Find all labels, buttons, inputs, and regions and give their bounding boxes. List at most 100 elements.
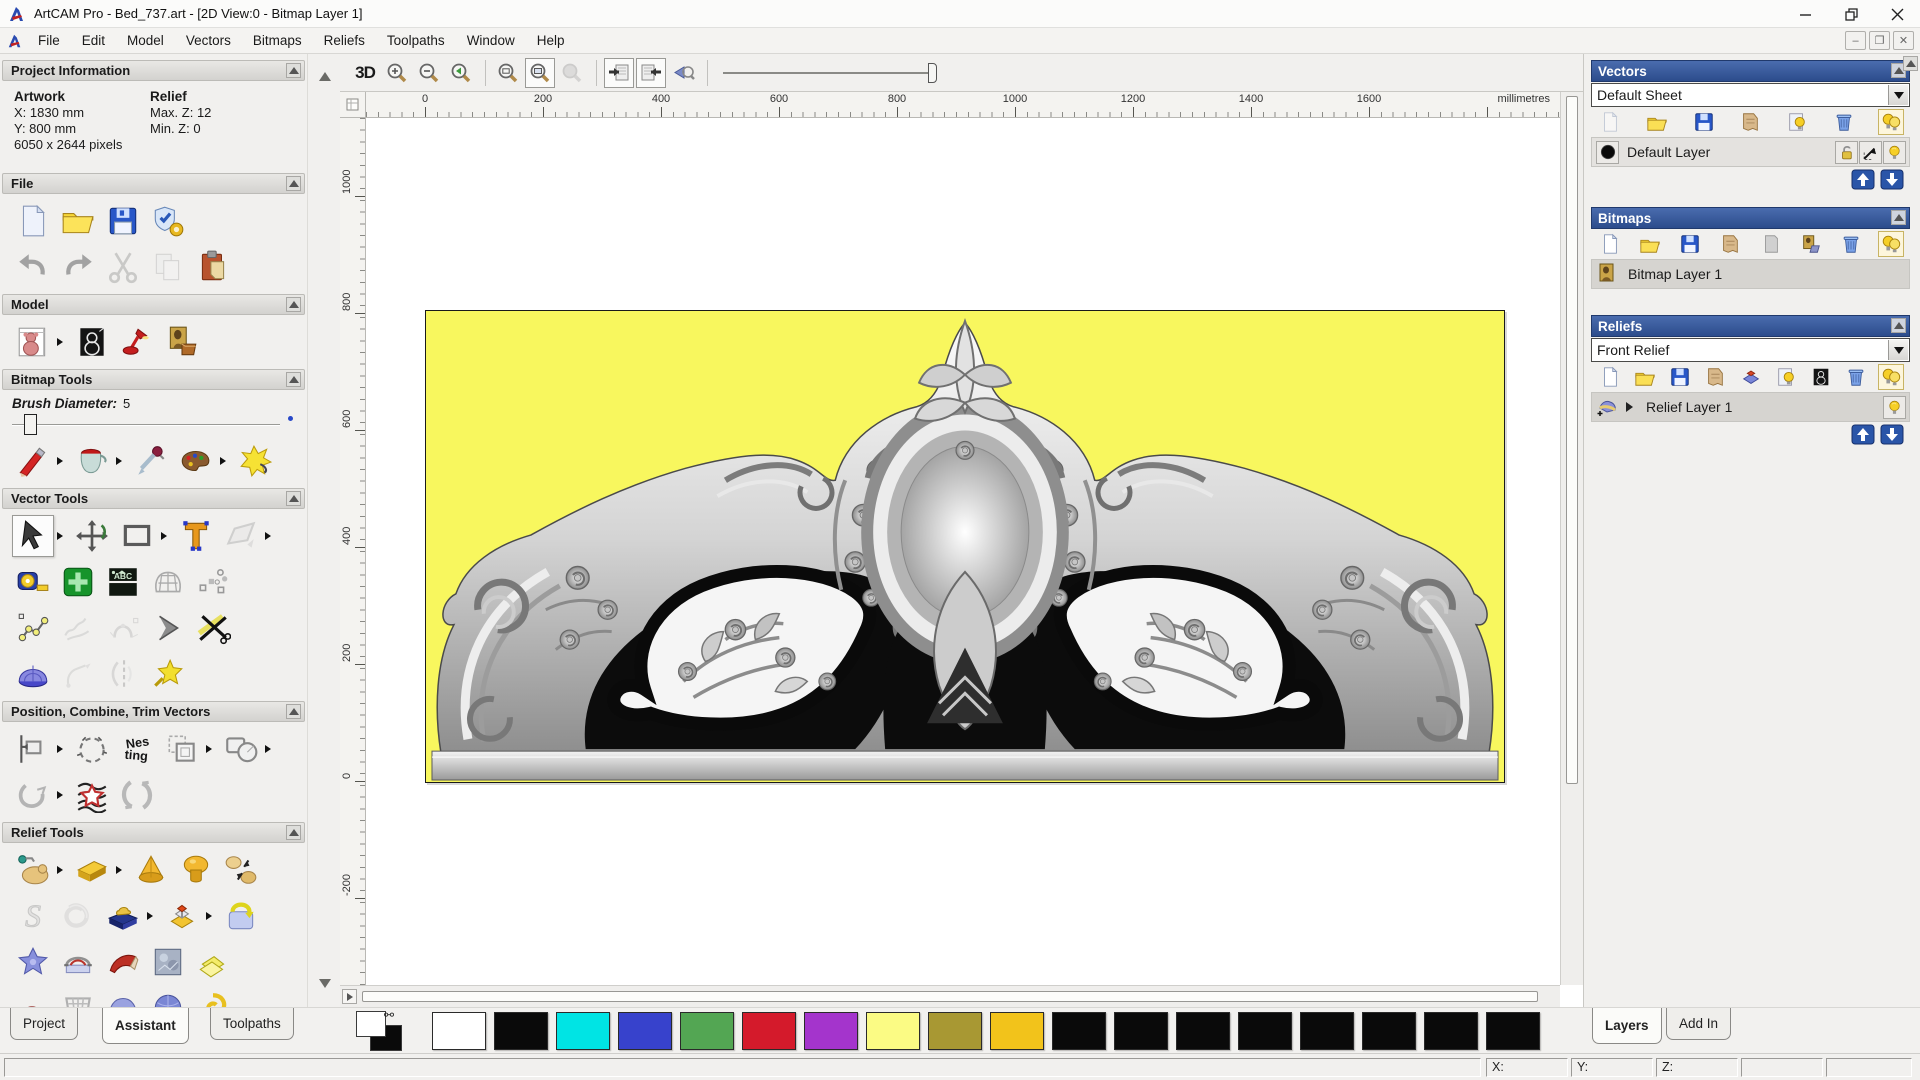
visibility-bulb-button[interactable] bbox=[1883, 140, 1906, 164]
flood-fill-button[interactable] bbox=[234, 440, 276, 482]
align-vectors-button[interactable] bbox=[12, 728, 54, 770]
node-editing-button[interactable] bbox=[57, 561, 99, 603]
layer-color-swatch[interactable] bbox=[1596, 140, 1619, 164]
tab-layers[interactable]: Layers bbox=[1592, 1008, 1662, 1044]
layer-row-default-layer[interactable]: Default Layer bbox=[1591, 137, 1910, 167]
bridge-support-button[interactable] bbox=[57, 941, 99, 983]
undo-button[interactable] bbox=[12, 246, 54, 288]
brush-diameter-slider[interactable] bbox=[12, 414, 280, 435]
save-layer-button[interactable] bbox=[1691, 109, 1717, 135]
pillow-relief-button[interactable] bbox=[102, 987, 144, 1007]
vector-doctor-button[interactable] bbox=[147, 653, 189, 695]
merge-layers-button[interactable] bbox=[1702, 364, 1728, 390]
layer-visibility-button[interactable] bbox=[1773, 364, 1799, 390]
create-polyline-button[interactable] bbox=[12, 607, 54, 649]
mirror-vectors-button[interactable] bbox=[102, 653, 144, 695]
basket-weave-button[interactable] bbox=[57, 987, 99, 1007]
flyout-arrow-icon[interactable] bbox=[116, 866, 126, 874]
canvas-view[interactable] bbox=[366, 118, 1560, 985]
flyout-arrow-icon[interactable] bbox=[57, 866, 67, 874]
zoom-rect-button[interactable] bbox=[493, 58, 523, 88]
menu-toolpaths[interactable]: Toolpaths bbox=[376, 28, 456, 54]
two-rail-sweep-button[interactable] bbox=[175, 849, 217, 891]
rollup-arrow-icon[interactable] bbox=[286, 825, 301, 840]
palette-swatch-12[interactable] bbox=[1176, 1012, 1230, 1050]
envelope-distortion-button[interactable] bbox=[220, 515, 262, 557]
vertical-scrollbar[interactable] bbox=[1560, 92, 1583, 985]
move-layer-down-button[interactable] bbox=[1880, 424, 1904, 445]
primary-color-swatch[interactable] bbox=[356, 1011, 386, 1037]
carve-relief-button[interactable] bbox=[102, 941, 144, 983]
section-header-model[interactable]: Model bbox=[2, 294, 305, 315]
layer-row-relief-layer-1[interactable]: Relief Layer 1 bbox=[1591, 392, 1910, 422]
menu-edit[interactable]: Edit bbox=[71, 28, 116, 54]
texture-relief-button[interactable] bbox=[147, 941, 189, 983]
delete-layer-button[interactable] bbox=[1843, 364, 1869, 390]
save-layer-button[interactable] bbox=[1677, 231, 1703, 257]
merge-layers-button[interactable] bbox=[1737, 109, 1763, 135]
flyout-arrow-icon[interactable] bbox=[57, 457, 67, 465]
lock-open-button[interactable] bbox=[1835, 140, 1858, 164]
rollup-arrow-icon[interactable] bbox=[286, 297, 301, 312]
measure-tool-button[interactable] bbox=[12, 561, 54, 603]
close-icon[interactable] bbox=[1874, 0, 1920, 28]
pan-view-button[interactable] bbox=[668, 58, 698, 88]
mdi-minimize-icon[interactable]: – bbox=[1845, 31, 1866, 50]
text-on-curve-button[interactable] bbox=[71, 728, 113, 770]
add-plateau-button[interactable] bbox=[71, 849, 113, 891]
palette-swatch-0[interactable] bbox=[432, 1012, 486, 1050]
trim-vectors-button[interactable] bbox=[192, 607, 234, 649]
palette-swatch-11[interactable] bbox=[1114, 1012, 1168, 1050]
palette-swatch-7[interactable] bbox=[866, 1012, 920, 1050]
rollup-arrow-icon[interactable] bbox=[1891, 210, 1906, 225]
text-block-button[interactable]: ABC bbox=[102, 561, 144, 603]
freehand-draw-button[interactable] bbox=[57, 607, 99, 649]
swirl-tool-button[interactable] bbox=[192, 987, 234, 1007]
layer-row-bitmap-layer-1[interactable]: Bitmap Layer 1 bbox=[1591, 259, 1910, 289]
star-wizard-button[interactable] bbox=[12, 941, 54, 983]
link-colors-icon[interactable]: ⚯ bbox=[384, 1008, 394, 1022]
minimize-icon[interactable] bbox=[1782, 0, 1828, 28]
section-header-file[interactable]: File bbox=[2, 173, 305, 194]
sculpting-button[interactable]: S bbox=[12, 895, 54, 937]
flyout-arrow-icon[interactable] bbox=[265, 532, 275, 540]
expand-arrow-icon[interactable] bbox=[1626, 402, 1638, 412]
fluting-button[interactable] bbox=[71, 774, 113, 816]
new-layer-button[interactable] bbox=[1597, 364, 1623, 390]
flyout-arrow-icon[interactable] bbox=[57, 338, 67, 346]
rollup-arrow-icon[interactable] bbox=[286, 176, 301, 191]
tab-add-in[interactable]: Add In bbox=[1666, 1008, 1732, 1040]
zoom-in-button[interactable] bbox=[382, 58, 412, 88]
visibility-bulb-button[interactable] bbox=[1883, 395, 1906, 419]
scroll-up-icon[interactable] bbox=[316, 68, 333, 85]
mdi-close-icon[interactable]: ✕ bbox=[1893, 31, 1914, 50]
palette-button[interactable] bbox=[175, 440, 217, 482]
load-replace-relief-button[interactable] bbox=[220, 895, 262, 937]
all-layers-visibility-button[interactable] bbox=[1877, 109, 1904, 135]
v-scroll-thumb[interactable] bbox=[1566, 96, 1578, 784]
move-layer-up-button[interactable] bbox=[1851, 169, 1875, 190]
slider-handle-icon[interactable] bbox=[928, 62, 937, 83]
create-rectangle-button[interactable] bbox=[116, 515, 158, 557]
dome-texture-button[interactable] bbox=[147, 987, 189, 1007]
palette-swatch-8[interactable] bbox=[928, 1012, 982, 1050]
palette-swatch-13[interactable] bbox=[1238, 1012, 1292, 1050]
model-options-button[interactable] bbox=[147, 200, 189, 242]
swap-relief-button[interactable] bbox=[220, 849, 262, 891]
set-model-size-button[interactable] bbox=[12, 321, 54, 363]
flyout-arrow-icon[interactable] bbox=[116, 457, 126, 465]
open-layer-button[interactable] bbox=[1632, 364, 1658, 390]
new-model-button[interactable] bbox=[12, 200, 54, 242]
palette-swatch-2[interactable] bbox=[556, 1012, 610, 1050]
flyout-arrow-icon[interactable] bbox=[206, 912, 216, 920]
open-model-button[interactable] bbox=[57, 200, 99, 242]
weave-wizard-button[interactable] bbox=[57, 895, 99, 937]
extrude-vector-button[interactable] bbox=[12, 653, 54, 695]
weld-vectors-button[interactable] bbox=[220, 728, 262, 770]
palette-swatch-15[interactable] bbox=[1362, 1012, 1416, 1050]
palette-swatch-3[interactable] bbox=[618, 1012, 672, 1050]
snap-edit-button[interactable] bbox=[1859, 140, 1882, 164]
zoom-page-button[interactable] bbox=[525, 57, 555, 88]
palette-swatch-9[interactable] bbox=[990, 1012, 1044, 1050]
view-3d-button[interactable]: 3D bbox=[350, 58, 380, 88]
